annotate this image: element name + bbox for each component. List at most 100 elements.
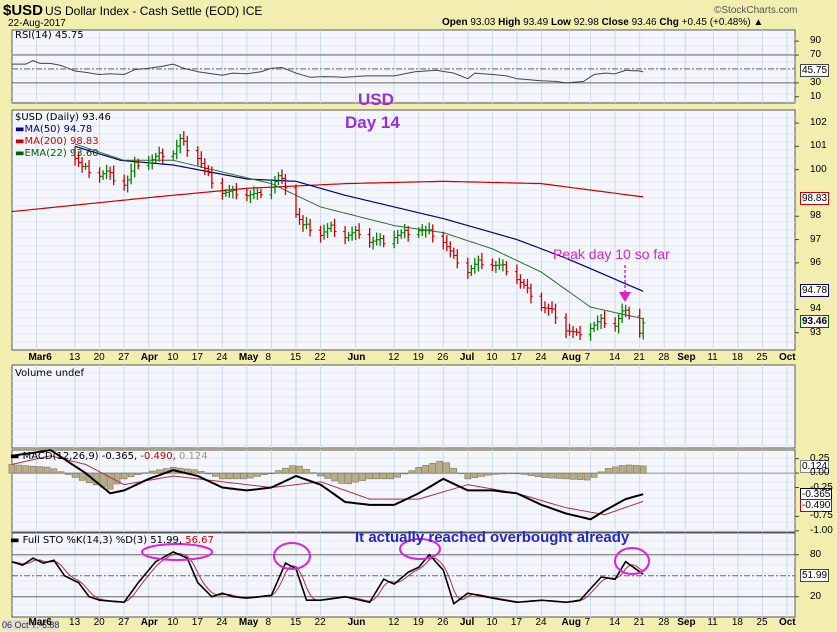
macd-histogram-bar [443, 462, 451, 474]
macd-histogram-bar [78, 472, 86, 481]
x-tick-label: 17 [510, 617, 523, 628]
macd-histogram-bar [618, 465, 626, 474]
stockchart: $USD US Dollar Index - Cash Settle (EOD)… [0, 0, 837, 632]
ma200-legend: ▬MA(200) 98.83 [15, 136, 99, 147]
x-tick-label: 14 [609, 352, 621, 363]
macd-histogram-bar [394, 472, 401, 478]
macd-histogram-bar [205, 472, 212, 475]
macd-histogram-bar [569, 472, 577, 480]
x-tick-label: 10 [167, 617, 179, 628]
macd-histogram-bar [324, 472, 331, 479]
panel-3 [11, 449, 796, 533]
x-tick-label: 10 [486, 617, 498, 628]
macd-histogram-bar [422, 465, 429, 474]
x-tick-label: 17 [191, 617, 203, 628]
x-tick-label: 10 [486, 352, 498, 363]
macd-histogram-bar [36, 466, 44, 474]
macd-histogram-bar [43, 466, 51, 474]
x-tick-label: 21 [633, 352, 645, 363]
annotation-peak: Peak day 10 so far [553, 246, 670, 262]
x-tick-label: 24 [535, 617, 547, 628]
macd-histogram-bar [120, 472, 128, 480]
x-tick-label: Jul [459, 352, 475, 363]
ma50-flag: 94.78 [800, 284, 830, 297]
x-tick-label: 15 [289, 617, 302, 628]
y-tick-label: 0.00 [810, 467, 830, 479]
x-tick-label: 11 [707, 352, 718, 363]
x-tick-label: 20 [93, 352, 105, 363]
x-tick-label: 8 [265, 617, 271, 628]
macd-histogram-bar [8, 464, 16, 474]
macd-histogram-bar [296, 465, 303, 474]
x-tick-label: 11 [707, 617, 718, 628]
macd-histogram-bar [289, 465, 296, 474]
macd-histogram-bar [191, 469, 198, 474]
y-tick-label: 97 [810, 233, 822, 245]
x-tick-label: 20 [93, 617, 105, 628]
x-tick-label: 14 [609, 617, 621, 628]
macd-histogram-bar [387, 472, 394, 480]
y-tick-label: -1.00 [810, 524, 833, 536]
x-tick-label: 13 [69, 352, 81, 363]
macd-histogram-bar [478, 472, 486, 477]
x-tick-label: 10 [167, 352, 179, 363]
macd-histogram-bar [240, 472, 247, 480]
macd-histogram-bar [127, 472, 135, 478]
y-tick-label: -0.75 [810, 510, 833, 522]
x-tick-label: 19 [412, 352, 424, 363]
macd-histogram-bar [338, 472, 345, 484]
x-tick-label: 22 [314, 617, 326, 628]
x-tick-label: 27 [118, 352, 130, 363]
macd-histogram-bar [583, 472, 591, 481]
macd-histogram-bar [597, 471, 605, 474]
price-legend: $USD (Daily) 93.46 [15, 112, 111, 123]
macd-histogram-bar [373, 472, 380, 480]
annotation-overbought: It actually reached overbought already [355, 529, 630, 546]
x-tick-label: Oct [778, 352, 796, 363]
macd-histogram-bar [134, 472, 142, 475]
y-tick-label: 10 [810, 90, 822, 102]
macd-histogram-bar [359, 472, 366, 481]
macd-histogram-bar [562, 472, 570, 480]
macd-histogram-bar [611, 466, 619, 474]
macd-histogram-bar [303, 469, 310, 474]
x-tick-label: Jun [347, 352, 366, 363]
macd-histogram-bar [219, 472, 226, 480]
macd-histogram-bar [590, 472, 598, 478]
macd-histogram-bar [233, 472, 240, 480]
x-tick-label: 18 [731, 617, 743, 628]
x-tick-label: Oct [778, 617, 796, 628]
volume-legend: Volume undef [15, 368, 85, 379]
macd-histogram-bar [576, 472, 584, 480]
x-tick-label: 21 [633, 617, 645, 628]
x-tick-label: 24 [216, 352, 228, 363]
x-tick-label: May [238, 352, 259, 363]
panel-0 [11, 29, 796, 104]
macd-histogram-bar [513, 472, 521, 474]
x-tick-label: 24 [535, 352, 547, 363]
ma50-legend: ▬MA(50) 94.78 [15, 124, 93, 135]
macd-histogram-bar [604, 468, 612, 474]
x-tick-label: Jun [347, 617, 366, 628]
macd-histogram-bar [261, 472, 268, 475]
macd-histogram-bar [380, 472, 387, 480]
annotation-day: Day 14 [345, 113, 400, 132]
macd-histogram-bar [541, 472, 549, 478]
macd-histogram-bar [155, 469, 163, 474]
x-tick-label: 17 [510, 352, 523, 363]
macd-histogram-bar [226, 472, 233, 480]
y-tick-label: 102 [810, 117, 827, 129]
macd-histogram-bar [527, 472, 535, 476]
macd-histogram-bar [106, 472, 114, 490]
x-tick-label: 13 [69, 617, 81, 628]
macd-histogram-bar [282, 467, 289, 474]
x-tick-label: 19 [412, 617, 424, 628]
x-tick-label: 12 [388, 352, 400, 363]
x-tick-label: Mar6 [28, 352, 52, 363]
macd-legend: ▬ MACD(12,26,9) -0.365, -0.490, 0.124 [10, 451, 208, 462]
annotation-usd: USD [358, 90, 394, 109]
y-tick-label: -0.25 [810, 481, 833, 493]
x-tick-label: 28 [658, 352, 670, 363]
x-tick-label: 7 [584, 352, 591, 363]
y-tick-label: 90 [810, 35, 822, 47]
